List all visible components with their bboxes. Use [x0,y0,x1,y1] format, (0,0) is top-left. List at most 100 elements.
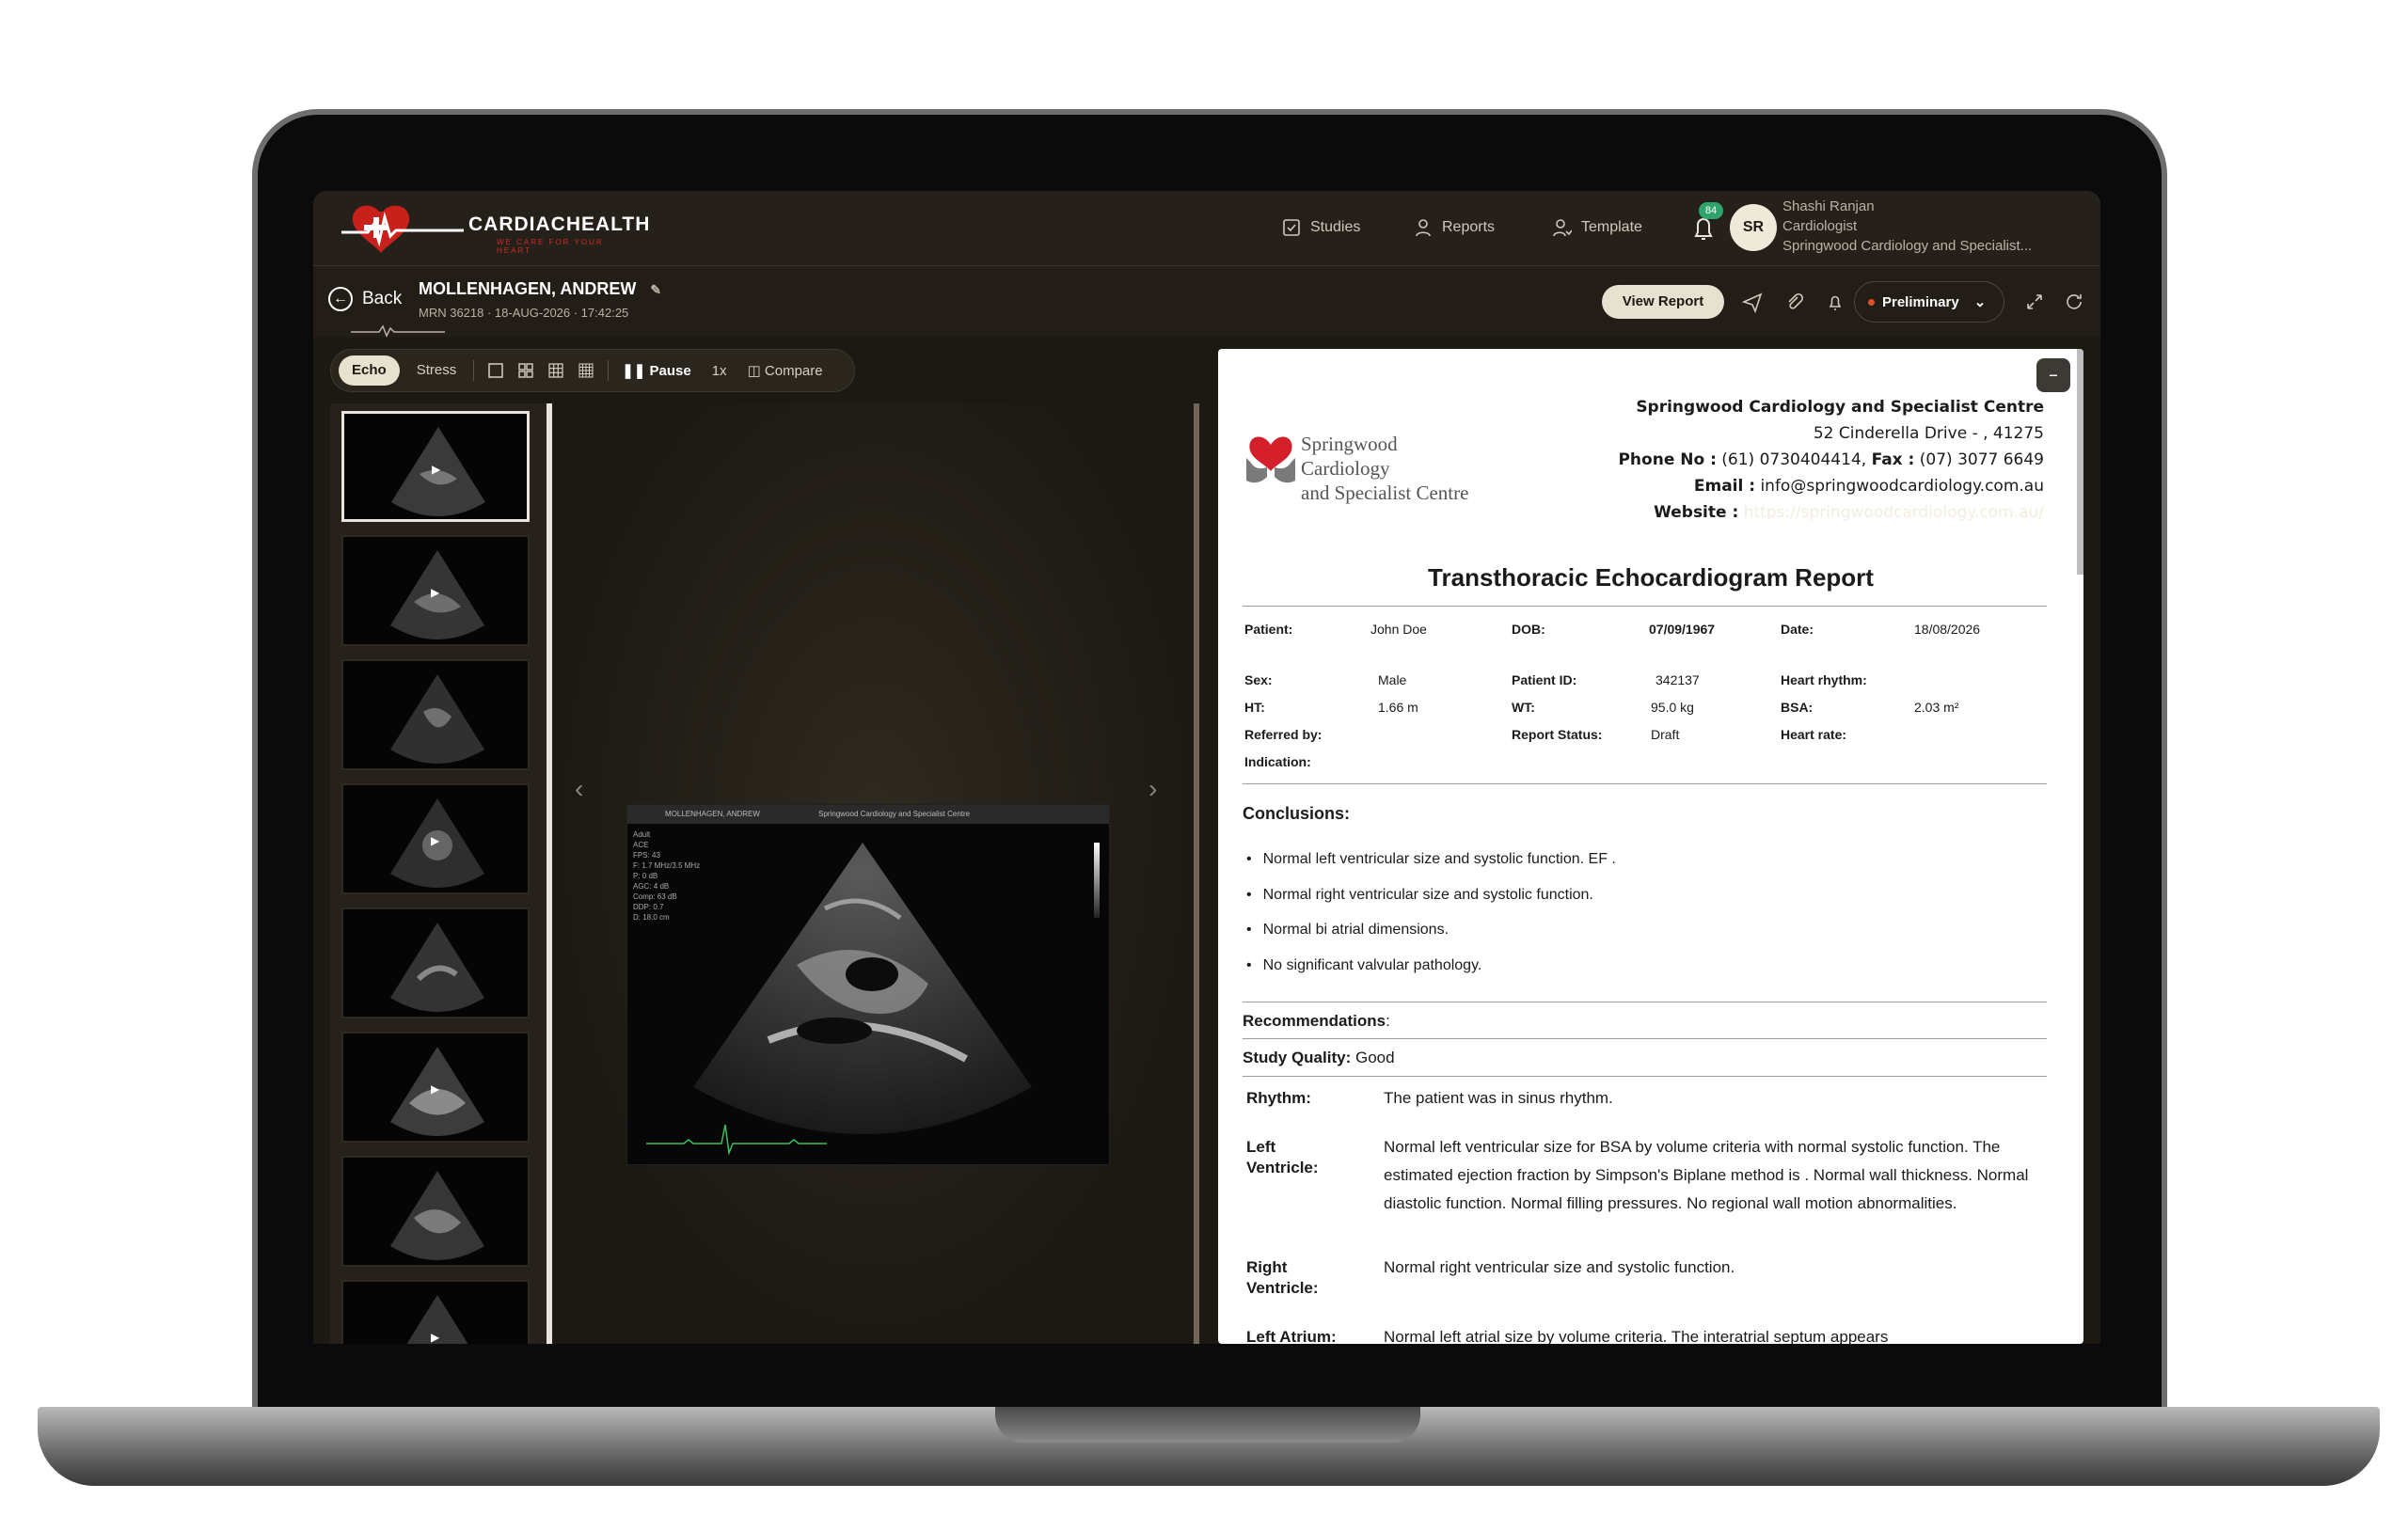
referred-by-label: Referred by: [1244,727,1323,742]
echo-fan-thumbnail [390,674,484,764]
echo-fan-thumbnail [390,923,484,1012]
ht-label: HT: [1244,700,1265,715]
nav-studies[interactable]: Studies [1282,213,1360,242]
thumbnail-item[interactable] [341,659,530,770]
edit-icon[interactable]: ✎ [650,282,661,297]
thumbnail-item[interactable] [341,1156,530,1267]
pause-icon: ❚❚ [622,363,650,379]
phone-value: (61) 0730404414, [1721,450,1867,469]
bsa-value: 2.03 m² [1914,700,1959,715]
viewer-scrollbar[interactable] [1194,403,1199,1344]
layout-3x3-icon[interactable] [547,362,564,379]
speed-button[interactable]: 1x [705,363,735,379]
layout-4x4-icon[interactable] [578,362,594,379]
expand-icon[interactable] [2023,291,2046,313]
back-button[interactable]: ← Back [328,287,402,311]
thumbnail-item[interactable]: ▶ [341,783,530,894]
clinic-phone-line: Phone No : (61) 0730404414, Fax : (07) 3… [1618,447,2044,473]
status-dropdown[interactable]: Preliminary ⌄ [1854,281,2004,323]
pulse-line-icon [351,324,445,338]
template-icon [1553,219,1572,237]
patient-id-label: Patient ID: [1512,672,1577,687]
website-link[interactable]: https://springwoodcardiology.com.au/ [1744,503,2044,522]
recommendations-row: Recommendations: [1243,1012,1390,1031]
chevron-down-icon: ⌄ [1973,294,1987,310]
conclusion-item: Normal right ventricular size and systol… [1246,887,1593,904]
thumbnail-item[interactable]: ▶ [341,411,530,522]
ultrasound-header-name: MOLLENHAGEN, ANDREW [665,810,760,818]
fax-value: (07) 3077 6649 [1919,450,2044,469]
top-navigation: CARDIACHEALTH WE CARE FOR YOUR HEART Stu… [313,191,2100,266]
study-quality-row: Study Quality: Good [1243,1049,1395,1067]
recommendations-label: Recommendations [1243,1012,1386,1030]
compare-button[interactable]: ◫ Compare [748,362,823,379]
patient-value: John Doe [1370,622,1427,637]
compare-icon: ◫ [747,363,765,379]
status-label: Preliminary [1882,293,1959,310]
heart-rate-label: Heart rate: [1781,727,1847,742]
divider [1243,1076,2047,1077]
layout-2x2-icon[interactable] [517,362,534,379]
ultrasound-image[interactable]: MOLLENHAGEN, ANDREW Springwood Cardiolog… [626,804,1110,1165]
cardiachealth-logo[interactable]: CARDIACHEALTH WE CARE FOR YOUR HEART [341,198,649,259]
send-icon[interactable] [1741,291,1764,313]
user-name: Shashi Ranjan [1782,198,1875,214]
prev-image-arrow[interactable]: ‹ [575,774,583,804]
back-label: Back [362,289,403,308]
nav-reports[interactable]: Reports [1414,213,1495,242]
status-dot [1868,298,1875,306]
patient-name: MOLLENHAGEN, ANDREW ✎ [419,279,661,299]
clinic-logo-line1: Springwood Cardiology [1301,433,1398,480]
play-icon: ▶ [431,1331,440,1344]
thumbnail-item[interactable] [341,908,530,1018]
user-info[interactable]: Shashi Ranjan Cardiologist Springwood Ca… [1782,197,2032,256]
user-org: Springwood Cardiology and Specialist... [1782,238,2033,254]
next-image-arrow[interactable]: › [1149,774,1157,804]
play-icon: ▶ [432,463,441,476]
conclusion-item: Normal bi atrial dimensions. [1246,922,1449,939]
clinic-email-line: Email : info@springwoodcardiology.com.au [1618,473,2044,499]
clinic-address-block: Springwood Cardiology and Specialist Cen… [1618,394,2044,526]
attachment-icon[interactable] [1782,291,1805,313]
refresh-icon[interactable] [2063,291,2085,313]
sex-value: Male [1378,672,1407,687]
toolbar-divider [608,360,610,381]
phone-label: Phone No : [1618,450,1717,469]
play-icon: ▶ [431,834,440,847]
thumbnail-item[interactable]: ▶ [341,1032,530,1143]
minimize-button[interactable]: – [2036,358,2070,392]
email-value[interactable]: info@springwoodcardiology.com.au [1760,477,2044,496]
ht-value: 1.66 m [1378,700,1418,715]
nav-template[interactable]: Template [1553,213,1642,242]
thumbnail-item[interactable]: ▶ [341,1280,530,1344]
mode-stress-tab[interactable]: Stress [413,355,461,386]
left-ventricle-label: Left Ventricle: [1246,1138,1319,1176]
conclusion-item: No significant valvular pathology. [1246,957,1482,974]
clinic-name: Springwood Cardiology and Specialist Cen… [1636,398,2044,417]
thumbnail-item[interactable]: ▶ [341,535,530,646]
play-icon: ▶ [431,586,440,599]
clinic-logo-text: Springwood Cardiology and Specialist Cen… [1301,432,1478,505]
compare-label: Compare [764,363,823,379]
ultrasound-header: MOLLENHAGEN, ANDREW Springwood Cardiolog… [627,805,1109,824]
brand-tagline: WE CARE FOR YOUR HEART [497,238,604,255]
report-title: Transthoracic Echocardiogram Report [1428,563,1874,592]
avatar[interactable]: SR [1730,204,1777,251]
report-scrollbar[interactable] [2077,349,2083,575]
conclusions-heading: Conclusions: [1243,804,1351,823]
mode-echo-tab[interactable]: Echo [339,355,400,386]
divider [1243,1038,2047,1039]
notification-icon[interactable] [1824,291,1846,313]
echo-fan-thumbnail [390,1171,484,1260]
report-status-label: Report Status: [1512,727,1603,742]
rhythm-text: The patient was in sinus rhythm. [1384,1089,1613,1107]
left-atrium-text: Normal left atrial size by volume criter… [1384,1328,1889,1344]
wt-label: WT: [1512,700,1535,715]
pause-button[interactable]: ❚❚ Pause [622,362,691,379]
website-label: Website : [1654,503,1739,522]
conclusion-item: Normal left ventricular size and systoli… [1246,851,1616,868]
clinic-logo: Springwood Cardiology and Specialist Cen… [1243,424,1478,504]
heart-rhythm-label: Heart rhythm: [1781,672,1867,687]
view-report-button[interactable]: View Report [1602,285,1724,319]
layout-1x1-icon[interactable] [487,362,504,379]
